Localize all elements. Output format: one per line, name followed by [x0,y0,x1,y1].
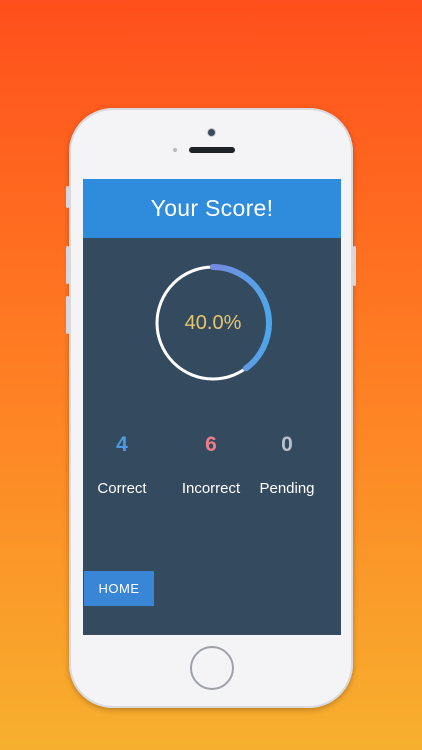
page-title: Your Score! [150,195,274,221]
mute-switch [66,186,69,208]
app-screen: Your Score! 40.0% 4 Correct 6 Incorrect … [83,179,341,635]
proximity-sensor [173,148,177,152]
volume-up-button [66,246,69,284]
volume-down-button [66,296,69,334]
front-camera [208,129,215,136]
correct-label: Correct [97,480,147,497]
stat-pending: 0 Pending [242,433,332,497]
pending-count: 0 [281,433,293,456]
home-button[interactable]: HOME [84,571,154,606]
header-bar: Your Score! [83,179,341,238]
correct-count: 4 [116,433,128,456]
phone-frame: Your Score! 40.0% 4 Correct 6 Incorrect … [66,108,356,708]
pending-label: Pending [259,480,315,497]
phone-home-key [190,646,234,690]
stat-correct: 4 Correct [83,433,167,497]
earpiece-speaker [189,147,235,153]
power-button [353,246,356,286]
score-percentage: 40.0% [184,311,242,334]
